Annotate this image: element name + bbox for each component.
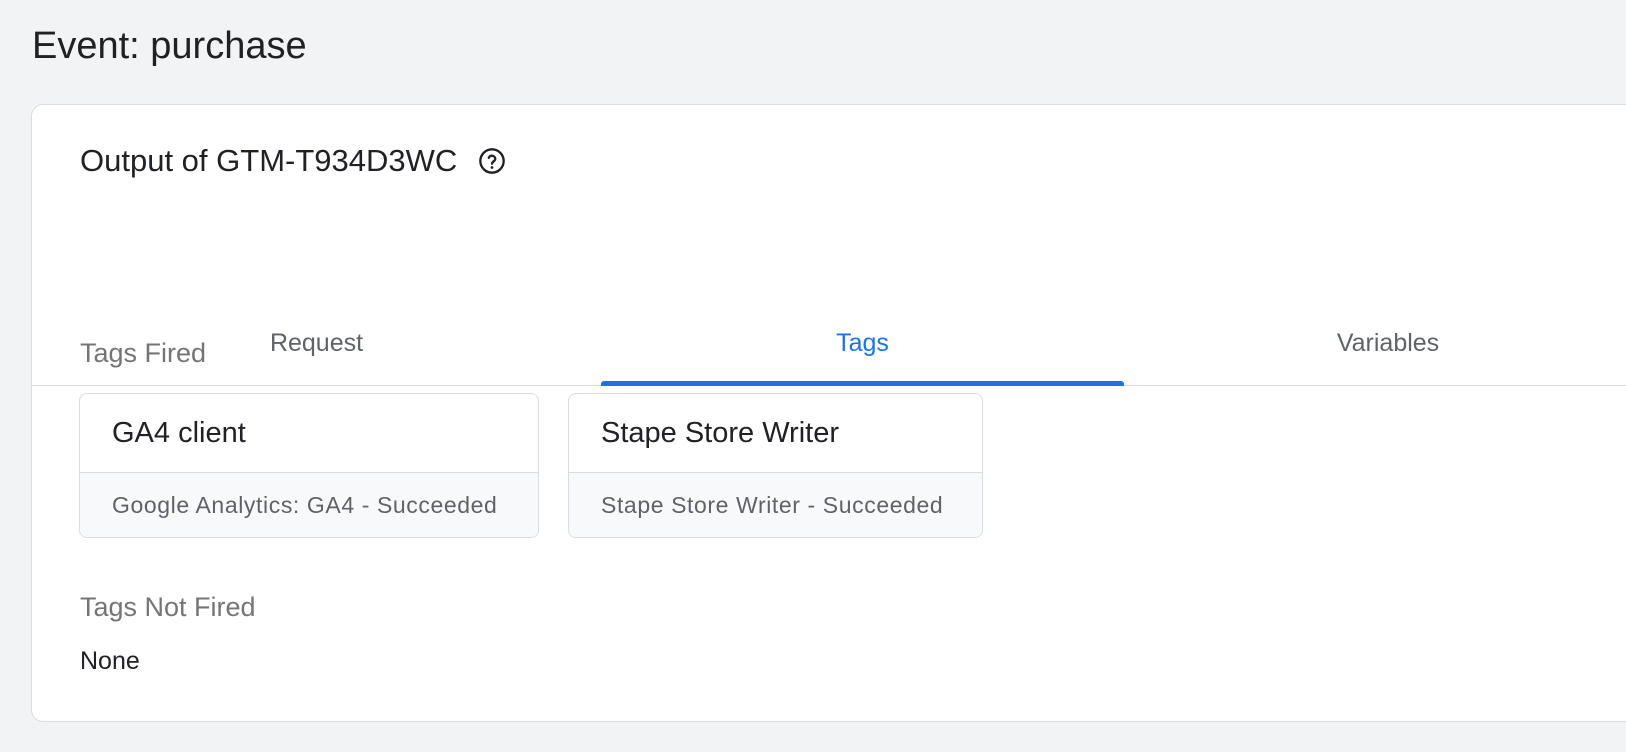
help-circle-icon[interactable]: [477, 146, 507, 176]
page-title: Event: purchase: [32, 25, 307, 67]
output-title: Output of GTM-T934D3WC: [80, 143, 458, 178]
tag-card-stape-store-writer[interactable]: Stape Store Writer Stape Store Writer - …: [568, 393, 983, 538]
tags-not-fired-heading: Tags Not Fired: [80, 592, 256, 622]
tag-status: Stape Store Writer - Succeeded: [569, 473, 982, 537]
tag-status: Google Analytics: GA4 - Succeeded: [80, 473, 538, 537]
tags-fired-heading: Tags Fired: [80, 338, 207, 368]
tags-not-fired-value: None: [80, 647, 140, 675]
tab-tags[interactable]: Tags: [601, 301, 1124, 385]
tab-variables[interactable]: Variables: [1124, 301, 1626, 385]
active-tab-indicator: [601, 381, 1124, 386]
tab-bar: Request Tags Variables: [32, 301, 1626, 386]
tag-name: GA4 client: [80, 394, 538, 473]
tag-card-ga4-client[interactable]: GA4 client Google Analytics: GA4 - Succe…: [79, 393, 539, 538]
output-card: Output of GTM-T934D3WC Request Tags Vari…: [31, 104, 1626, 722]
output-header: Output of GTM-T934D3WC: [80, 141, 507, 181]
tag-name: Stape Store Writer: [569, 394, 982, 473]
